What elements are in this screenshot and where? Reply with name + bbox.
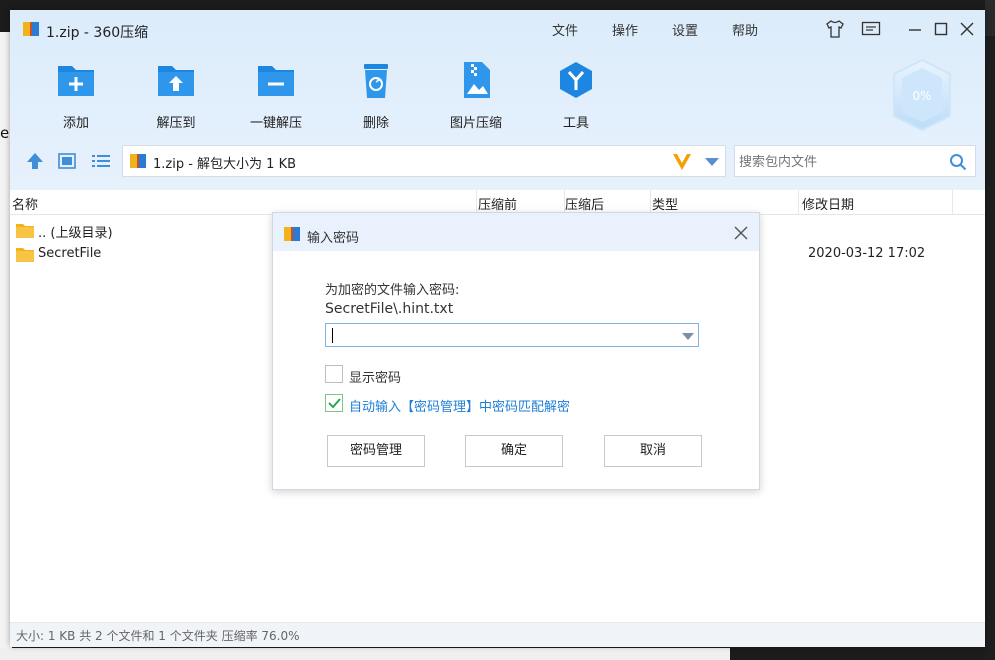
- compression-badge-icon: 0%: [893, 58, 951, 132]
- toolbar-image-compress[interactable]: 图片压缩: [436, 58, 516, 131]
- dialog-title-bar: 输入密码: [273, 213, 759, 251]
- menu-file[interactable]: 文件: [552, 20, 578, 39]
- chevron-down-icon[interactable]: [682, 333, 694, 340]
- toolbar-one-click-extract-label: 一键解压: [249, 116, 302, 131]
- column-divider[interactable]: [650, 190, 651, 214]
- column-modified[interactable]: 修改日期: [802, 194, 854, 213]
- extract-to-icon: [158, 66, 194, 96]
- app-logo-icon: [23, 22, 39, 36]
- show-password-checkbox[interactable]: [325, 365, 343, 383]
- password-input[interactable]: [328, 325, 672, 347]
- address-bar[interactable]: 1.zip - 解包大小为 1 KB: [122, 145, 726, 177]
- tools-icon: [560, 62, 592, 98]
- toolbar-tools-label: 工具: [562, 116, 589, 131]
- minimize-button[interactable]: [904, 18, 926, 40]
- menu-help[interactable]: 帮助: [732, 20, 758, 39]
- close-button[interactable]: [956, 18, 978, 40]
- dialog-prompt: 为加密的文件输入密码:: [325, 283, 460, 298]
- background-window-edge: [985, 0, 995, 36]
- show-password-label[interactable]: 显示密码: [349, 367, 401, 386]
- search-icon[interactable]: [949, 153, 967, 171]
- address-dropdown-icon[interactable]: [705, 158, 719, 166]
- column-divider[interactable]: [952, 190, 953, 214]
- folder-icon: [16, 248, 34, 262]
- window-title: 1.zip - 360压缩: [46, 25, 149, 41]
- column-original-size[interactable]: 压缩前: [478, 194, 517, 213]
- password-dialog: 输入密码 为加密的文件输入密码: SecretFile\.hint.txt 显示…: [272, 212, 760, 490]
- arrow-up-icon: [27, 153, 43, 169]
- message-icon: [861, 21, 881, 36]
- toolbar-extract-to-label: 解压到: [156, 116, 196, 131]
- image-compress-icon: [464, 62, 490, 98]
- ok-button[interactable]: 确定: [465, 435, 563, 467]
- toolbar-delete[interactable]: 删除: [336, 58, 416, 131]
- view-thumbnail-button[interactable]: [56, 150, 78, 172]
- status-text: 大小: 1 KB 共 2 个文件和 1 个文件夹 压缩率 76.0%: [16, 629, 300, 643]
- column-type[interactable]: 类型: [652, 194, 678, 213]
- skin-button[interactable]: [824, 18, 846, 40]
- cancel-button[interactable]: 取消: [604, 435, 702, 467]
- address-text: 1.zip - 解包大小为 1 KB: [153, 157, 297, 172]
- background-window-bottom: [0, 648, 730, 660]
- toolbar-add[interactable]: 添加: [36, 58, 116, 131]
- dialog-title: 输入密码: [307, 231, 360, 246]
- toolbar-extract-to[interactable]: 解压到: [136, 58, 216, 131]
- list-view-icon: [92, 155, 110, 167]
- column-divider[interactable]: [476, 190, 477, 214]
- shirt-icon: [826, 20, 844, 38]
- menu-settings[interactable]: 设置: [672, 20, 698, 39]
- one-click-extract-icon: [258, 66, 294, 96]
- file-modified: 2020-03-12 17:02: [808, 246, 926, 261]
- header: 1.zip - 360压缩 文件 操作 设置 帮助 添加 解压到 一键解压 删除…: [10, 10, 985, 190]
- column-name[interactable]: 名称: [12, 194, 38, 213]
- status-bar: 大小: 1 KB 共 2 个文件和 1 个文件夹 压缩率 76.0%: [10, 622, 985, 647]
- toolbar-image-compress-label: 图片压缩: [449, 116, 502, 131]
- thumbnail-view-icon: [58, 153, 76, 169]
- feedback-button[interactable]: [860, 18, 882, 40]
- app-logo-icon: [284, 227, 300, 241]
- password-combobox: [325, 323, 699, 347]
- v-logo-icon[interactable]: [671, 152, 693, 172]
- auto-fill-label[interactable]: 自动输入【密码管理】中密码匹配解密: [349, 396, 570, 415]
- text-cursor: [332, 328, 333, 343]
- file-name: SecretFile: [38, 246, 102, 261]
- search-box: [734, 145, 976, 177]
- encrypted-file-path: SecretFile\.hint.txt: [325, 301, 454, 317]
- up-button[interactable]: [24, 150, 46, 172]
- close-icon[interactable]: [733, 225, 749, 241]
- file-name: .. (上级目录): [38, 226, 113, 241]
- search-input[interactable]: [737, 149, 941, 175]
- checkmark-icon: [328, 398, 341, 409]
- compression-badge-percent: 0%: [912, 89, 931, 103]
- maximize-button[interactable]: [930, 18, 952, 40]
- toolbar-one-click-extract[interactable]: 一键解压: [236, 58, 316, 131]
- column-compressed-size[interactable]: 压缩后: [565, 194, 604, 213]
- menu-operate[interactable]: 操作: [612, 20, 638, 39]
- add-icon: [58, 66, 94, 96]
- close-icon: [960, 22, 974, 36]
- toolbar-delete-label: 删除: [362, 116, 389, 131]
- archive-icon: [130, 154, 146, 168]
- auto-fill-checkbox[interactable]: [325, 394, 343, 412]
- folder-icon: [16, 224, 34, 238]
- password-manager-button[interactable]: 密码管理: [327, 435, 425, 467]
- background-desktop: [985, 36, 995, 660]
- background-text-fragment: e: [0, 124, 10, 142]
- toolbar-tools[interactable]: 工具: [536, 58, 616, 131]
- delete-icon: [364, 64, 388, 98]
- toolbar-add-label: 添加: [62, 116, 89, 131]
- maximize-icon: [934, 22, 948, 36]
- minimize-icon: [909, 29, 921, 31]
- column-divider[interactable]: [798, 190, 799, 214]
- view-list-button[interactable]: [90, 150, 112, 172]
